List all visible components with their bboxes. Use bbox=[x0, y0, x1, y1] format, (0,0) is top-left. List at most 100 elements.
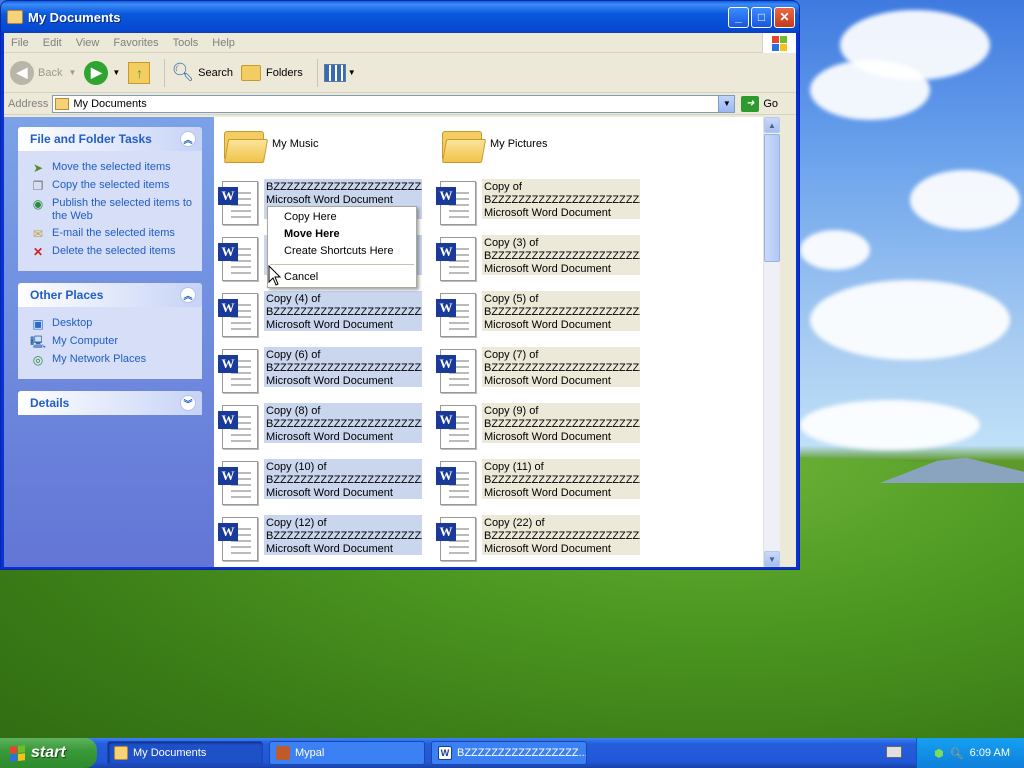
file-item[interactable]: W Copy (8) of BZZZZZZZZZZZZZZZZZZZZZZZ... M… bbox=[218, 403, 428, 451]
details-header[interactable]: Details ︾ bbox=[18, 391, 202, 415]
search-button[interactable]: 🔍︎ Search bbox=[171, 62, 233, 83]
file-item[interactable]: W Copy (4) of BZZZZZZZZZZZZZZZZZZZZZZZ... M… bbox=[218, 291, 428, 339]
panel-title: Details bbox=[30, 396, 70, 410]
file-item[interactable]: W Copy (22) of BZZZZZZZZZZZZZZZZZZZZZZZ...… bbox=[436, 515, 646, 563]
file-item[interactable]: W Copy (7) of BZZZZZZZZZZZZZZZZZZZZZZZ... M… bbox=[436, 347, 646, 395]
delete-items-link[interactable]: ✕ Delete the selected items bbox=[30, 245, 194, 259]
create-shortcuts-item[interactable]: Create Shortcuts Here bbox=[268, 243, 416, 260]
file-name: Copy (12) of bbox=[266, 517, 327, 529]
file-name: BZZZZZZZZZZZZZZZZZZZZZZZ... bbox=[266, 306, 422, 318]
vertical-scrollbar[interactable]: ▲ ▼ bbox=[763, 117, 780, 567]
file-item[interactable]: W Copy (11) of BZZZZZZZZZZZZZZZZZZZZZZZ...… bbox=[436, 459, 646, 507]
collapse-chevron-icon[interactable]: ︽ bbox=[180, 287, 196, 303]
start-button[interactable]: start bbox=[0, 738, 97, 768]
search-tray-icon[interactable]: 🔍︎ bbox=[950, 747, 964, 760]
email-items-link[interactable]: ✉ E-mail the selected items bbox=[30, 227, 194, 241]
file-item[interactable]: W Copy (3) of BZZZZZZZZZZZZZZZZZZZZZZZ... M… bbox=[436, 235, 646, 283]
copy-items-link[interactable]: ❐ Copy the selected items bbox=[30, 179, 194, 193]
address-dropdown-button[interactable]: ▼ bbox=[718, 95, 735, 112]
taskbar-item-word-document[interactable]: W BZZZZZZZZZZZZZZZZZ... bbox=[431, 741, 587, 765]
file-item[interactable]: W Copy (5) of BZZZZZZZZZZZZZZZZZZZZZZZ... M… bbox=[436, 291, 646, 339]
file-item[interactable]: W Copy (10) of BZZZZZZZZZZZZZZZZZZZZZZZ...… bbox=[218, 459, 428, 507]
taskbar-item-my-documents[interactable]: My Documents bbox=[107, 741, 263, 765]
file-view[interactable]: My Music My Pictures W BZZZZZZZZZZZZZZZZZ… bbox=[214, 117, 780, 567]
views-button[interactable]: ▼ bbox=[323, 63, 356, 82]
menu-favorites[interactable]: Favorites bbox=[106, 37, 165, 49]
folder-my-music[interactable]: My Music bbox=[222, 123, 318, 165]
file-item[interactable]: W Copy (9) of BZZZZZZZZZZZZZZZZZZZZZZZ... M… bbox=[436, 403, 646, 451]
other-places-header[interactable]: Other Places ︽ bbox=[18, 283, 202, 307]
maximize-button[interactable]: □ bbox=[751, 6, 772, 28]
windows-flag-icon bbox=[10, 744, 25, 762]
menu-view[interactable]: View bbox=[69, 37, 107, 49]
file-name: Copy (3) of bbox=[484, 237, 539, 249]
file-name: Copy (4) of bbox=[266, 293, 321, 305]
forward-arrow-icon: ▶ bbox=[84, 60, 109, 85]
address-label: Address bbox=[8, 97, 49, 110]
menu-file[interactable]: File bbox=[4, 37, 36, 49]
scroll-up-button[interactable]: ▲ bbox=[764, 117, 780, 133]
link-label: My Computer bbox=[52, 335, 119, 347]
cancel-item[interactable]: Cancel bbox=[268, 269, 416, 286]
scroll-down-button[interactable]: ▼ bbox=[764, 551, 780, 567]
title-bar[interactable]: My Documents _ □ ✕ bbox=[1, 1, 799, 33]
forward-button[interactable]: ▶ ▼ bbox=[84, 60, 121, 85]
chevron-down-icon: ▼ bbox=[68, 68, 77, 77]
mypal-browser-icon bbox=[276, 746, 290, 760]
go-button[interactable]: ➜ Go bbox=[741, 95, 778, 112]
chevron-down-icon: ▼ bbox=[112, 68, 121, 77]
menu-tools[interactable]: Tools bbox=[166, 37, 206, 49]
clock[interactable]: 6:09 AM bbox=[970, 747, 1010, 759]
panel-title: Other Places bbox=[30, 288, 104, 302]
copy-here-item[interactable]: Copy Here bbox=[268, 209, 416, 226]
address-input[interactable]: My Documents ▼ bbox=[52, 94, 736, 113]
menu-help[interactable]: Help bbox=[205, 37, 242, 49]
collapse-chevron-icon[interactable]: ︽ bbox=[180, 131, 196, 147]
taskbar-item-mypal[interactable]: Mypal bbox=[269, 741, 425, 765]
task-label: Mypal bbox=[295, 747, 325, 759]
chevron-down-icon: ▼ bbox=[347, 68, 356, 77]
scroll-thumb[interactable] bbox=[764, 134, 780, 262]
file-item[interactable]: W Copy of BZZZZZZZZZZZZZZZZZZZZZZZ... Micro… bbox=[436, 179, 646, 227]
move-icon: ➤ bbox=[32, 160, 44, 175]
keyboard-icon[interactable] bbox=[886, 746, 902, 758]
toolbar-separator bbox=[164, 58, 166, 87]
desktop-clouds bbox=[800, 0, 1024, 460]
word-document-icon: W bbox=[436, 235, 482, 283]
file-item[interactable]: W Copy (12) of BZZZZZZZZZZZZZZZZZZZZZZZ...… bbox=[218, 515, 428, 563]
file-name: BZZZZZZZZZZZZZZZZZZZZZZZ... bbox=[484, 250, 640, 262]
file-folder-tasks-header[interactable]: File and Folder Tasks ︽ bbox=[18, 127, 202, 151]
folders-button[interactable]: Folders bbox=[241, 64, 303, 81]
move-here-item[interactable]: Move Here bbox=[268, 226, 416, 243]
network-tray-icon[interactable]: ⬢ bbox=[934, 747, 944, 760]
file-name: BZZZZZZZZZZZZZZZZZZZZZZZ... bbox=[266, 181, 422, 193]
word-document-icon: W bbox=[218, 235, 264, 283]
file-type: Microsoft Word Document bbox=[266, 431, 393, 443]
system-tray: ⬢ 🔍︎ 6:09 AM bbox=[916, 738, 1024, 768]
close-button[interactable]: ✕ bbox=[774, 6, 795, 28]
up-folder-button[interactable]: ↑ bbox=[128, 61, 151, 84]
move-items-link[interactable]: ➤ Move the selected items bbox=[30, 161, 194, 175]
desktop-icon: ▣ bbox=[32, 316, 44, 331]
file-type: Microsoft Word Document bbox=[484, 375, 611, 387]
minimize-button[interactable]: _ bbox=[728, 6, 749, 28]
network-places-link[interactable]: ◎ My Network Places bbox=[30, 353, 194, 367]
publish-web-link[interactable]: ◉ Publish the selected items to the Web bbox=[30, 197, 194, 223]
file-name: BZZZZZZZZZZZZZZZZZZZZZZZ... bbox=[484, 530, 640, 542]
search-label: Search bbox=[198, 66, 234, 79]
toolbar: ◀ Back ▼ ▶ ▼ ↑ 🔍︎ Search Folders ▼ bbox=[4, 53, 796, 93]
back-button[interactable]: ◀ Back ▼ bbox=[10, 60, 77, 85]
folder-my-pictures[interactable]: My Pictures bbox=[440, 123, 547, 165]
music-folder-icon bbox=[222, 123, 269, 165]
window-client: File Edit View Favorites Tools Help ◀ Ba… bbox=[4, 33, 796, 567]
file-item[interactable]: W Copy (6) of BZZZZZZZZZZZZZZZZZZZZZZZ... M… bbox=[218, 347, 428, 395]
file-type: Microsoft Word Document bbox=[266, 487, 393, 499]
expand-chevron-icon[interactable]: ︾ bbox=[180, 395, 196, 411]
my-computer-link[interactable]: 🖳︎ My Computer bbox=[30, 335, 194, 349]
word-document-icon: W bbox=[218, 347, 264, 395]
menu-edit[interactable]: Edit bbox=[36, 37, 69, 49]
desktop-link[interactable]: ▣ Desktop bbox=[30, 317, 194, 331]
link-label: My Network Places bbox=[52, 353, 147, 365]
details-panel: Details ︾ bbox=[18, 391, 202, 415]
word-document-icon: W bbox=[218, 291, 264, 339]
